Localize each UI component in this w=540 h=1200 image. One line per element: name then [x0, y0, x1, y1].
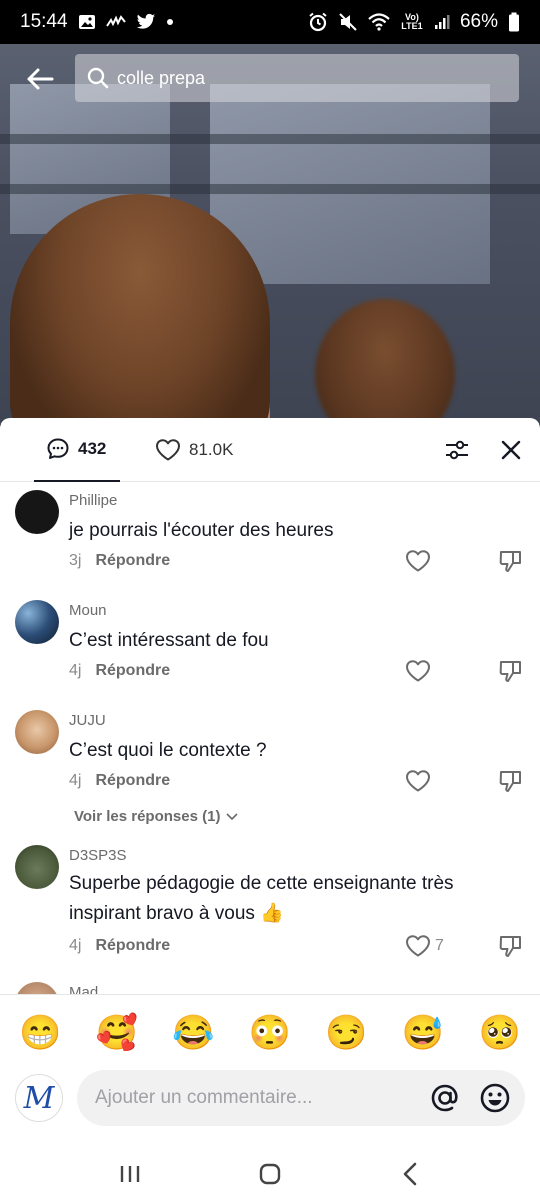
- comment-text: je pourrais l'écouter des heures: [69, 520, 334, 541]
- chevron-down-icon: [226, 812, 239, 820]
- cell-signal-icon: [434, 15, 450, 29]
- status-bar: 15:44 Vo) LTE1 66%: [0, 0, 540, 44]
- comment-composer: M: [0, 1068, 540, 1128]
- view-replies-label: Voir les réponses (1): [74, 808, 221, 825]
- like-button[interactable]: [405, 768, 435, 794]
- quick-emoji-bar: 😁 🥰 😂 😳 😏 😅 🥺: [0, 1008, 540, 1058]
- alarm-icon: [309, 12, 327, 32]
- comment-meta: 4j Répondre: [69, 772, 170, 790]
- heart-outline-icon: [406, 935, 430, 957]
- mute-icon: [339, 13, 357, 31]
- likes-count: 81.0K: [189, 440, 234, 459]
- emoji-button[interactable]: 🥰: [96, 1008, 138, 1058]
- search-header: colle prepa: [0, 54, 540, 104]
- system-nav-bar: [0, 1148, 540, 1200]
- reply-button[interactable]: Répondre: [95, 937, 170, 955]
- comment-meta: 4j Répondre: [69, 937, 170, 955]
- signal-wave-icon: [105, 15, 126, 27]
- battery-icon: [509, 12, 519, 32]
- recent-apps-button[interactable]: [110, 1154, 150, 1194]
- dislike-icon[interactable]: [498, 548, 524, 574]
- heart-outline-icon: [406, 550, 430, 572]
- mention-at-icon[interactable]: [429, 1082, 461, 1114]
- tab-likes[interactable]: 81.0K: [155, 418, 233, 482]
- divider: [0, 994, 540, 995]
- comment-meta: 4j Répondre: [69, 662, 170, 680]
- dislike-icon[interactable]: [498, 768, 524, 794]
- network-label: Vo) LTE1: [401, 12, 423, 31]
- avatar[interactable]: [15, 490, 59, 534]
- comment-username[interactable]: Mad: [69, 984, 98, 994]
- comment-text: C’est quoi le contexte ?: [69, 740, 267, 761]
- my-avatar[interactable]: M: [15, 1074, 63, 1122]
- comment-username[interactable]: Moun: [69, 602, 107, 619]
- comment-text: C’est intéressant de fou: [69, 630, 269, 651]
- avatar[interactable]: [15, 845, 59, 889]
- emoji-button[interactable]: 😅: [402, 1008, 444, 1058]
- like-button[interactable]: 7: [405, 933, 449, 959]
- comments-sheet: 432 81.0K Phillipe je pourrais l'écouter…: [0, 418, 540, 1200]
- comment-input-field[interactable]: [77, 1070, 525, 1126]
- avatar[interactable]: [15, 982, 59, 994]
- gallery-icon: [78, 15, 95, 29]
- reply-button[interactable]: Répondre: [95, 662, 170, 680]
- comment-text: Superbe pédagogie de cette enseignante t…: [69, 873, 454, 924]
- like-count: 7: [435, 937, 444, 954]
- comment-username[interactable]: D3SP3S: [69, 847, 127, 864]
- heart-outline-icon: [406, 770, 430, 792]
- comment-meta: 3j Répondre: [69, 552, 170, 570]
- video-player[interactable]: colle prepa: [0, 44, 540, 424]
- emoji-button[interactable]: 😂: [172, 1008, 214, 1058]
- search-input[interactable]: colle prepa: [75, 54, 519, 102]
- emoji-button[interactable]: 😏: [325, 1008, 367, 1058]
- recent-apps-icon: [120, 1166, 140, 1182]
- close-icon[interactable]: [498, 437, 524, 463]
- search-icon: [87, 67, 109, 89]
- battery-percent: 66%: [459, 11, 498, 32]
- sheet-header: 432 81.0K: [0, 418, 540, 482]
- video-background-person: [315, 299, 455, 424]
- reply-button[interactable]: Répondre: [95, 552, 170, 570]
- emoji-button[interactable]: 😳: [249, 1008, 291, 1058]
- chevron-left-icon: [403, 1162, 417, 1186]
- comment-username[interactable]: JUJU: [69, 712, 106, 729]
- heart-outline-icon: [406, 660, 430, 682]
- filter-sliders-icon[interactable]: [443, 436, 471, 464]
- notification-dot-icon: [166, 19, 173, 25]
- nav-back-button[interactable]: [390, 1154, 430, 1194]
- view-replies-button[interactable]: Voir les réponses (1): [74, 808, 239, 825]
- status-time: 15:44: [20, 11, 68, 32]
- comment-bubble-icon: [47, 438, 69, 459]
- home-icon: [259, 1163, 281, 1185]
- avatar[interactable]: [15, 710, 59, 754]
- emoji-button[interactable]: 😁: [19, 1008, 61, 1058]
- tab-comments[interactable]: 432: [34, 418, 120, 482]
- comment-age: 3j: [69, 552, 82, 569]
- wifi-icon: [368, 13, 390, 31]
- twitter-icon: [136, 13, 155, 29]
- like-button[interactable]: [405, 548, 435, 574]
- emoji-button[interactable]: 🥺: [478, 1008, 520, 1058]
- comment-input[interactable]: [95, 1087, 395, 1109]
- dislike-icon[interactable]: [498, 933, 524, 959]
- avatar[interactable]: [15, 600, 59, 644]
- my-avatar-letter: M: [23, 1080, 55, 1116]
- reply-button[interactable]: Répondre: [95, 772, 170, 790]
- back-button[interactable]: [0, 54, 80, 104]
- comment-age: 4j: [69, 772, 82, 789]
- emoji-face-icon[interactable]: [479, 1082, 511, 1114]
- comment-age: 4j: [69, 662, 82, 679]
- heart-outline-icon: [156, 439, 180, 461]
- comment-username[interactable]: Phillipe: [69, 492, 117, 509]
- comment-list[interactable]: Phillipe je pourrais l'écouter des heure…: [0, 482, 540, 994]
- video-blind: [0, 134, 540, 144]
- search-query: colle prepa: [117, 67, 206, 88]
- home-button[interactable]: [250, 1154, 290, 1194]
- dislike-icon[interactable]: [498, 658, 524, 684]
- video-blind: [0, 184, 540, 194]
- arrow-left-icon: [27, 68, 54, 90]
- comments-count: 432: [78, 439, 107, 458]
- comment-age: 4j: [69, 937, 82, 954]
- like-button[interactable]: [405, 658, 435, 684]
